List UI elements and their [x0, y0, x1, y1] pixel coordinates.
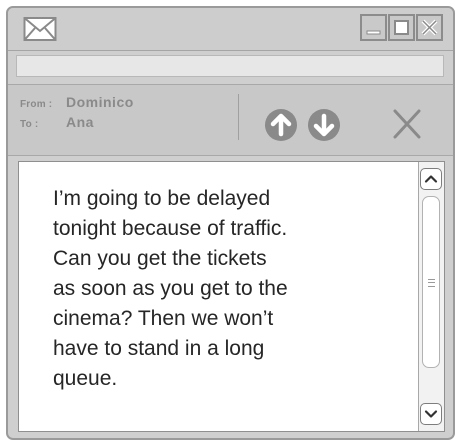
minimize-button[interactable]: [360, 14, 387, 41]
chevron-up-icon: [424, 175, 438, 183]
to-label: To :: [20, 119, 39, 130]
message-text: I’m going to be delayed tonight because …: [53, 187, 288, 390]
from-label: From :: [20, 99, 53, 110]
message-body-panel: I’m going to be delayed tonight because …: [18, 161, 445, 432]
chevron-down-icon: [424, 410, 438, 418]
scroll-up-button[interactable]: [420, 168, 442, 190]
from-value: Dominico: [66, 94, 134, 110]
scroll-down-button[interactable]: [420, 403, 442, 425]
minimize-icon: [366, 30, 381, 35]
message-header: From : Dominico To : Ana: [8, 84, 453, 156]
to-line: To : Ana: [20, 114, 94, 134]
to-value: Ana: [66, 114, 94, 130]
maximize-button[interactable]: [388, 14, 415, 41]
toolbar-strip: [16, 55, 444, 77]
close-button[interactable]: [416, 14, 443, 41]
maximize-icon: [394, 20, 409, 35]
grip-icon: [428, 279, 435, 287]
address-panel: From : Dominico To : Ana: [20, 94, 239, 140]
delete-icon[interactable]: [390, 107, 424, 141]
vertical-scrollbar[interactable]: [418, 162, 444, 431]
up-arrow-icon[interactable]: [263, 107, 299, 143]
close-icon: [421, 19, 438, 36]
scroll-thumb[interactable]: [422, 196, 440, 368]
down-arrow-icon[interactable]: [306, 107, 342, 143]
email-window: From : Dominico To : Ana I’m going to be…: [6, 6, 455, 440]
title-bar[interactable]: [8, 8, 453, 51]
envelope-icon: [23, 17, 57, 41]
from-line: From : Dominico: [20, 94, 134, 114]
